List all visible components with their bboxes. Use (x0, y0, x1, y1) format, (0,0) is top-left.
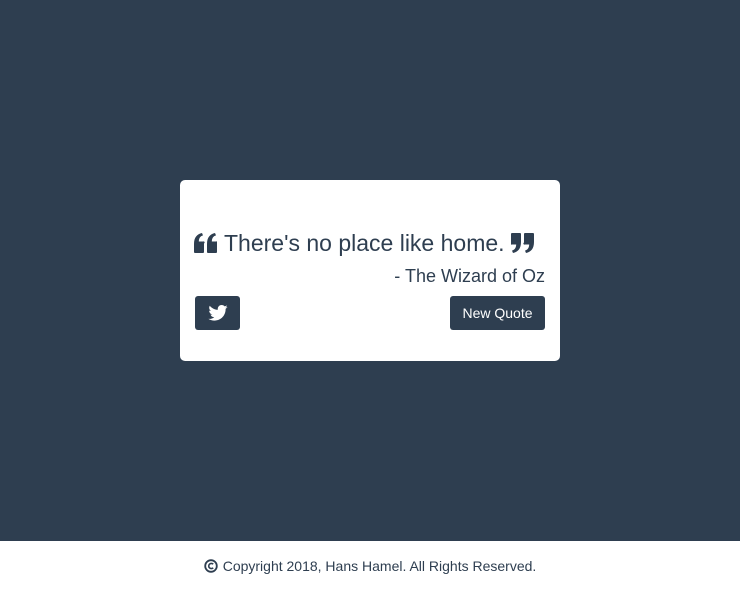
footer: Copyright 2018, Hans Hamel. All Rights R… (0, 541, 740, 591)
quote-line: There's no place like home. (194, 228, 548, 258)
quote-right-icon (510, 228, 534, 258)
copyright-icon (204, 559, 218, 573)
footer-text: Copyright 2018, Hans Hamel. All Rights R… (222, 558, 537, 574)
new-quote-button[interactable]: New Quote (450, 296, 545, 330)
quote-card: There's no place like home. - The Wizard… (180, 180, 560, 361)
main-background: There's no place like home. - The Wizard… (0, 0, 740, 541)
tweet-button[interactable] (195, 296, 240, 330)
quote-author: - The Wizard of Oz (394, 266, 545, 286)
quote-text: There's no place like home. (224, 230, 505, 256)
quote-left-icon (194, 228, 217, 258)
twitter-icon (207, 305, 228, 321)
